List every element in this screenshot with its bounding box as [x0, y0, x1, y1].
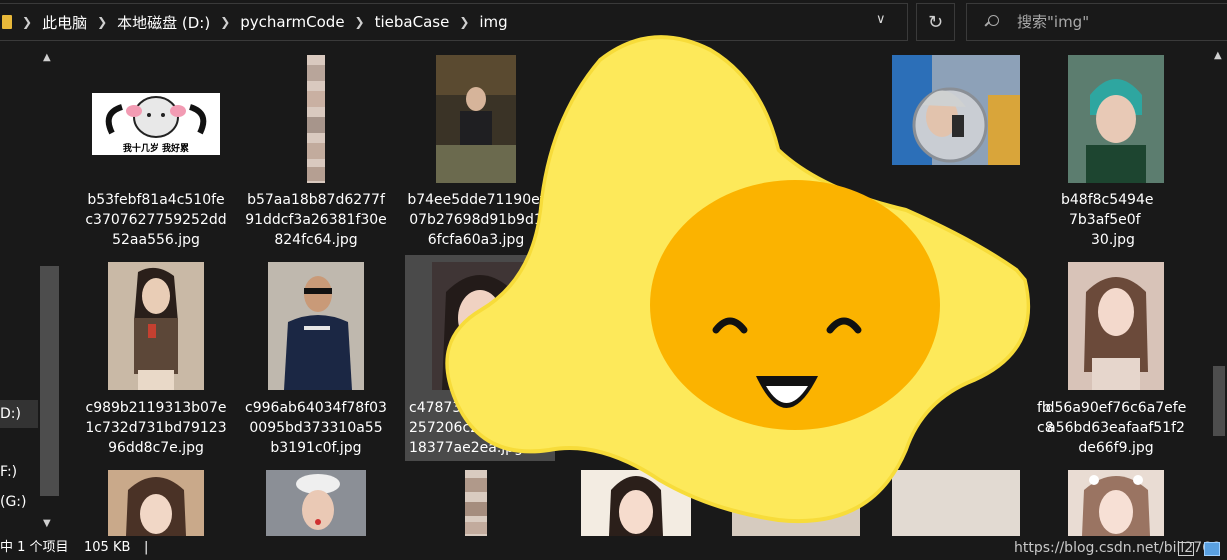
file-item[interactable]: c996ab64034f78f030095bd373310a55b3191c0f…: [241, 260, 391, 460]
nav-scrollbar[interactable]: ▲ ▼: [39, 44, 60, 536]
file-item[interactable]: d56a90ef76c6a7efea56bd63eafaaf51f2de66f9…: [1041, 260, 1191, 460]
breadcrumb-this-pc[interactable]: 此电脑: [42, 12, 87, 33]
file-name-line: 7b3af5e0f: [1069, 212, 1141, 228]
address-bar[interactable]: ❯ 此电脑 ❯ 本地磁盘 (D:) ❯ pycharmCode ❯ tiebaC…: [0, 3, 908, 41]
file-item[interactable]: c989b2119313b07e1c732d731bd7912396dd8c7e…: [81, 260, 231, 460]
image-thumbnail: [266, 470, 366, 536]
image-thumbnail: [268, 262, 364, 390]
file-item[interactable]: [401, 468, 551, 536]
file-name: b48f8c5494e: [1061, 192, 1154, 208]
scroll-up-icon[interactable]: ▲: [1214, 50, 1222, 61]
nav-item-drive-d[interactable]: D:): [0, 400, 38, 428]
chevron-right-icon[interactable]: ❯: [22, 15, 32, 29]
file-item[interactable]: [881, 468, 1031, 536]
file-item[interactable]: [721, 468, 871, 536]
refresh-icon: ↻: [927, 11, 944, 33]
search-box[interactable]: [966, 3, 1227, 41]
meme-caption: 我十几岁 我好累: [123, 142, 189, 154]
meme-thumbnail: 我十几岁 我好累: [92, 93, 220, 155]
nav-item-drive-f[interactable]: F:): [0, 464, 17, 480]
image-thumbnail: [436, 55, 516, 183]
file-name-line: 18377ae2ea.jpg: [409, 440, 523, 456]
navigation-pane: D:) F:) (G:) ▲ ▼: [0, 44, 60, 536]
file-name: c989b2119313b07e1c732d731bd7912396dd8c7e…: [85, 400, 227, 456]
selection-size: 105 KB: [84, 540, 131, 555]
image-thumbnail: [432, 262, 528, 390]
scroll-down-icon[interactable]: ▼: [43, 518, 51, 529]
breadcrumb-tiebacase[interactable]: tiebaCase: [375, 13, 450, 31]
image-thumbnail: [307, 55, 325, 183]
image-thumbnail: [1068, 55, 1164, 183]
file-item[interactable]: [81, 468, 231, 536]
image-thumbnail: [108, 262, 204, 390]
breadcrumb-drive-d[interactable]: 本地磁盘 (D:): [117, 12, 210, 33]
status-separator: |: [144, 540, 149, 555]
refresh-button[interactable]: ↻: [916, 3, 955, 41]
folder-icon: [2, 15, 12, 29]
file-name: d56a90ef76c6a7efea56bd63eafaaf51f2de66f9…: [1045, 400, 1187, 456]
file-item[interactable]: b e: [561, 52, 711, 252]
nav-item-drive-g[interactable]: (G:): [0, 494, 27, 510]
file-name: c996ab64034f78f030095bd373310a55b3191c0f…: [245, 400, 387, 456]
address-toolbar: ❯ 此电脑 ❯ 本地磁盘 (D:) ❯ pycharmCode ❯ tiebaC…: [0, 0, 1227, 44]
chevron-right-icon[interactable]: ❯: [355, 15, 365, 29]
file-item[interactable]: b48f8c5494e 7b3af5e0f 30.jpg: [1041, 52, 1191, 252]
chevron-down-icon[interactable]: ∨: [876, 12, 886, 27]
file-name-line: 30.jpg: [1091, 232, 1135, 248]
file-name: b53febf81a4c510fec3707627759252dd52aa556…: [85, 192, 227, 248]
file-name: c478738: [409, 400, 471, 416]
chevron-right-icon[interactable]: ❯: [459, 15, 469, 29]
image-thumbnail: [892, 55, 1020, 165]
search-input[interactable]: [1017, 13, 1217, 31]
file-name-line: e: [565, 212, 574, 228]
file-name-line: 257206c27: [409, 420, 488, 436]
image-thumbnail: [892, 470, 1020, 536]
file-name: b: [565, 192, 574, 208]
file-list-scrollbar[interactable]: ▲: [1211, 44, 1227, 536]
image-thumbnail: [108, 470, 204, 536]
file-item[interactable]: [241, 468, 391, 536]
file-list: 我十几岁 我好累 b53febf81a4c510fec3707627759252…: [66, 44, 1211, 536]
image-thumbnail: [1068, 470, 1164, 536]
file-item[interactable]: b74ee5dde71190ef07b27698d91b9d16fcfa60a3…: [401, 52, 551, 252]
file-item[interactable]: [881, 52, 1031, 252]
breadcrumb-img[interactable]: img: [479, 13, 507, 31]
file-item[interactable]: b57aa18b87d6277f91ddcf3a26381f30e824fc64…: [241, 52, 391, 252]
search-icon: [985, 15, 999, 29]
large-icons-view-icon[interactable]: [1204, 542, 1220, 556]
file-item-selected[interactable]: c478738 257206c27 18377ae2ea.jpg: [405, 255, 555, 461]
scrollbar-thumb[interactable]: [40, 266, 59, 496]
breadcrumb-pycharmcode[interactable]: pycharmCode: [240, 13, 344, 31]
scrollbar-thumb[interactable]: [1213, 366, 1225, 436]
file-item[interactable]: 我十几岁 我好累 b53febf81a4c510fec3707627759252…: [81, 52, 231, 252]
file-name: b57aa18b87d6277f91ddcf3a26381f30e824fc64…: [245, 192, 387, 248]
chevron-right-icon[interactable]: ❯: [220, 15, 230, 29]
scroll-up-icon[interactable]: ▲: [43, 52, 51, 63]
image-thumbnail: [1068, 262, 1164, 390]
status-bar: 中 1 个项目 105 KB | https://blog.csdn.net/b…: [0, 536, 1227, 560]
file-item[interactable]: [1041, 468, 1191, 536]
selection-count: 中 1 个项目: [0, 540, 69, 555]
image-thumbnail: [732, 470, 860, 536]
file-name: b74ee5dde71190ef07b27698d91b9d16fcfa60a3…: [407, 192, 545, 248]
chevron-right-icon[interactable]: ❯: [97, 15, 107, 29]
file-item[interactable]: [561, 468, 711, 536]
image-thumbnail: [581, 470, 691, 536]
details-view-icon[interactable]: [1178, 542, 1194, 556]
image-thumbnail: [465, 470, 487, 536]
